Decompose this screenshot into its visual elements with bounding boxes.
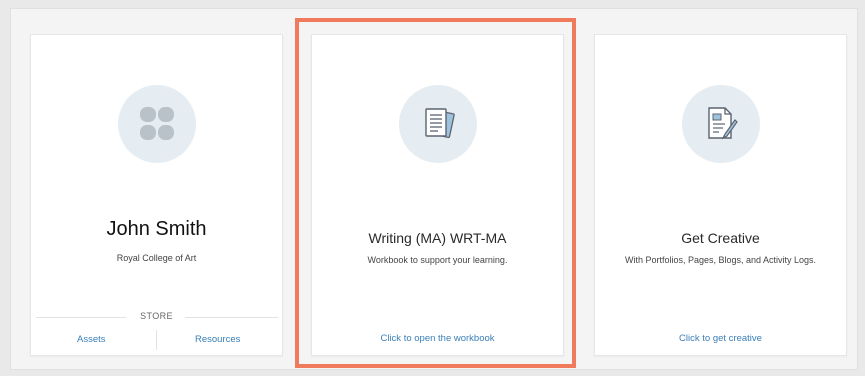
creative-card[interactable]: Get Creative With Portfolios, Pages, Blo… [594, 34, 847, 356]
creative-title[interactable]: Get Creative [595, 230, 846, 246]
assets-link[interactable]: Assets [77, 334, 106, 345]
workbook-title[interactable]: Writing (MA) WRT-MA [312, 230, 563, 246]
document-with-brush-icon [707, 107, 738, 140]
workbook-card[interactable]: Writing (MA) WRT-MA Workbook to support … [311, 34, 564, 356]
open-workbook-link[interactable]: Click to open the workbook [312, 333, 563, 344]
store-link-divider [156, 330, 157, 350]
profile-institution: Royal College of Art [116, 253, 197, 263]
workbook-description: Workbook to support your learning. [367, 255, 508, 265]
profile-name: John Smith [106, 218, 207, 240]
store-label: STORE [140, 311, 173, 321]
resources-link[interactable]: Resources [195, 334, 240, 345]
profile-avatar [117, 85, 196, 163]
four-petal-avatar-icon [139, 107, 174, 140]
workbook-icon-circle [398, 85, 477, 163]
creative-icon-circle [681, 85, 760, 163]
get-creative-link[interactable]: Click to get creative [595, 333, 846, 344]
workbook-pages-icon [424, 108, 455, 139]
creative-description: With Portfolios, Pages, Blogs, and Activ… [624, 255, 817, 265]
profile-card: John Smith Royal College of Art [30, 34, 283, 356]
